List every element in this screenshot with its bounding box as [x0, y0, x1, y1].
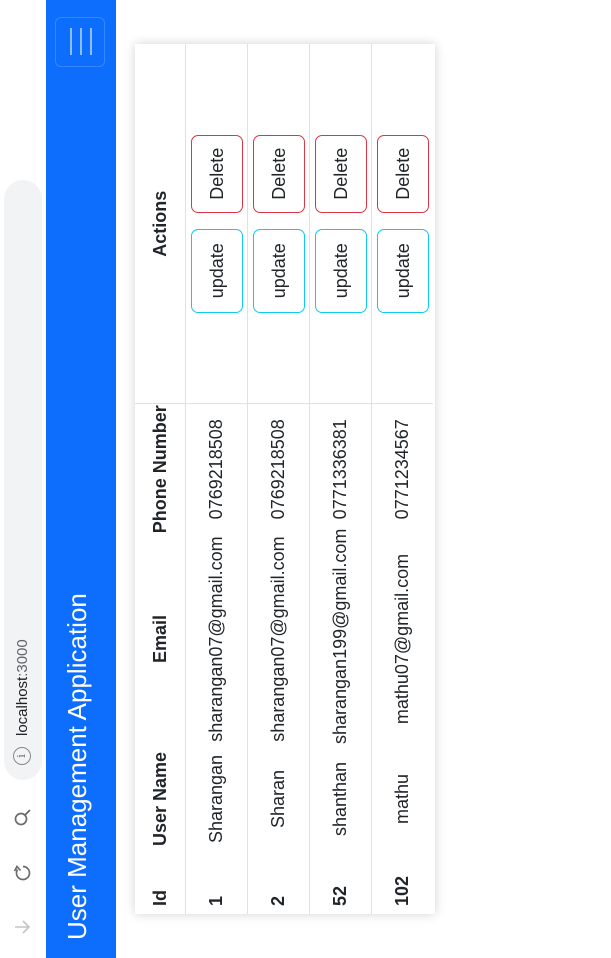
cell-phone: 0769218508 — [185, 404, 248, 534]
app-navbar: User Management Application — [46, 0, 116, 958]
zoom-icon[interactable] — [8, 802, 38, 832]
header-email: Email — [135, 534, 186, 744]
url-port: :3000 — [14, 639, 31, 677]
delete-button[interactable]: Delete — [252, 134, 305, 213]
cell-actions: update Delete — [309, 44, 372, 404]
cell-id: 52 — [309, 854, 372, 914]
table-row: 1 Sharangan sharangan07@gmail.com 076921… — [185, 44, 248, 914]
users-table: Id User Name Email Phone Number Actions … — [135, 44, 433, 914]
reload-icon[interactable] — [8, 858, 38, 888]
table-header-row: Id User Name Email Phone Number Actions — [135, 44, 186, 914]
table-row: 102 mathu mathu07@gmail.com 0771234567 u… — [371, 44, 433, 914]
cell-email: mathu07@gmail.com — [392, 553, 412, 725]
cell-actions: update Delete — [247, 44, 310, 404]
cell-email: sharangan07@gmail.com — [247, 534, 310, 744]
header-phone: Phone Number — [135, 404, 186, 534]
cell-username: shanthan — [309, 744, 372, 854]
cell-email: sharangan199@gmail.com — [309, 529, 372, 744]
header-actions: Actions — [135, 44, 186, 404]
download-arrow-icon[interactable] — [8, 912, 38, 942]
browser-toolbar: i localhost:3000 — [0, 0, 46, 958]
address-bar[interactable]: i localhost:3000 — [4, 180, 42, 780]
table-row: 52 shanthan sharangan199@gmail.com 07713… — [309, 44, 372, 914]
cell-id: 1 — [185, 854, 248, 914]
update-button[interactable]: update — [252, 228, 305, 313]
app-window: i localhost:3000 User Management Applica… — [0, 0, 611, 958]
users-table-card: Id User Name Email Phone Number Actions … — [135, 44, 435, 914]
cell-id: 2 — [247, 854, 310, 914]
table-row: 2 Sharan sharangan07@gmail.com 076921850… — [247, 44, 310, 914]
delete-button[interactable]: Delete — [376, 134, 429, 213]
cell-actions: update Delete — [185, 44, 248, 404]
app-brand-title[interactable]: User Management Application — [62, 593, 93, 940]
update-button[interactable]: update — [376, 228, 429, 313]
cell-actions: update Delete — [371, 44, 433, 404]
header-id: Id — [135, 854, 186, 914]
delete-button[interactable]: Delete — [314, 134, 367, 213]
cell-phone: 0769218508 — [247, 404, 310, 534]
header-username: User Name — [135, 744, 186, 854]
cell-username: mathu — [392, 773, 412, 825]
url-host: localhost — [14, 676, 31, 736]
update-button[interactable]: update — [314, 228, 367, 313]
cell-email: sharangan07@gmail.com — [185, 534, 248, 744]
delete-button[interactable]: Delete — [190, 134, 243, 213]
cell-id: 102 — [392, 875, 412, 906]
info-icon[interactable]: i — [13, 747, 31, 765]
hamburger-menu-icon[interactable] — [55, 17, 105, 67]
update-button[interactable]: update — [190, 228, 243, 313]
url-text: localhost:3000 — [14, 639, 31, 736]
cell-username: Sharangan — [185, 744, 248, 854]
cell-username: Sharan — [247, 744, 310, 854]
cell-phone: 0771336381 — [309, 404, 372, 534]
cell-phone: 0771234567 — [392, 419, 412, 520]
